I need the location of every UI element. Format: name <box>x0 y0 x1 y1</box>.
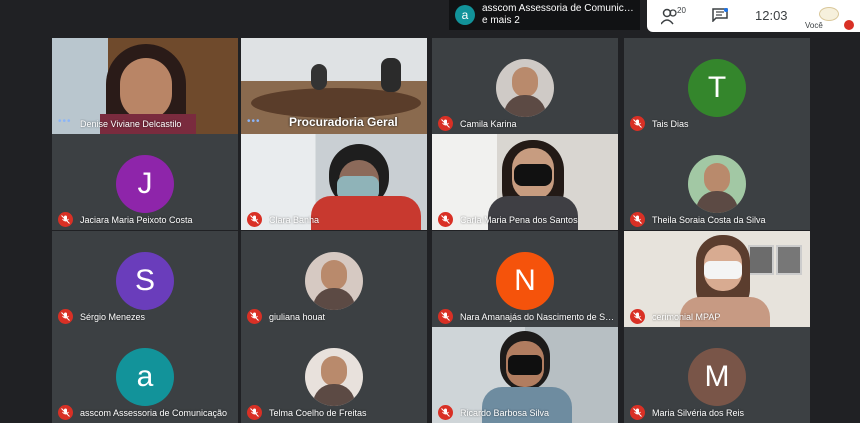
meeting-toolbar: 20 12:03 Você <box>647 0 860 32</box>
profile-photo <box>496 59 554 117</box>
participant-tile-carla-maria-pena-dos-santos[interactable]: Carla Maria Pena dos Santos <box>432 134 618 230</box>
self-mute-icon <box>844 20 854 30</box>
participant-name: Camila Karina <box>460 119 517 129</box>
mic-off-icon <box>438 212 453 227</box>
presenter-name: asscom Assessoria de Comunic… <box>482 3 634 14</box>
self-label: Você <box>805 21 823 30</box>
participant-tile-ricardo-barbosa-silva[interactable]: Ricardo Barbosa Silva <box>432 327 618 423</box>
participant-tile-asscom-assessoria-de-comunicacao[interactable]: a asscom Assessoria de Comunicação <box>52 327 238 423</box>
participant-name: Carla Maria Pena dos Santos <box>460 215 578 225</box>
participant-name: giuliana houat <box>269 312 326 322</box>
mic-off-icon <box>247 309 262 324</box>
speaking-indicator-icon: ••• <box>247 116 261 127</box>
room-caption: Procuradoria Geral <box>289 115 398 129</box>
clock: 12:03 <box>755 8 788 23</box>
participant-name: Telma Coelho de Freitas <box>269 408 367 418</box>
mic-off-icon <box>630 116 645 131</box>
mic-off-icon <box>438 309 453 324</box>
participant-name: Jaciara Maria Peixoto Costa <box>80 215 193 225</box>
participant-tile-cerimonial-mpap[interactable]: cerimonial MPAP <box>624 231 810 327</box>
participant-tile-denise-viviane-delcastilo[interactable]: ••• Denise Viviane Delcastilo <box>52 38 238 134</box>
presenter-avatar: a <box>455 5 475 25</box>
participant-name: Sérgio Menezes <box>80 312 146 322</box>
mic-off-icon <box>58 405 73 420</box>
presenting-participant[interactable]: a asscom Assessoria de Comunic… e mais 2 <box>449 0 640 30</box>
participant-tile-clara-banha[interactable]: Clara Banha <box>241 134 427 230</box>
participant-name: Denise Viviane Delcastilo <box>80 119 182 129</box>
mic-off-icon <box>58 212 73 227</box>
participant-tile-telma-coelho-de-freitas[interactable]: Telma Coelho de Freitas <box>241 327 427 423</box>
participant-avatar: a <box>116 348 174 406</box>
mic-off-icon <box>247 405 262 420</box>
participant-name: Ricardo Barbosa Silva <box>460 408 550 418</box>
mic-off-icon <box>58 309 73 324</box>
participant-tile-procuradoria-geral[interactable]: Procuradoria Geral ••• <box>241 38 427 134</box>
profile-photo <box>305 252 363 310</box>
participant-tile-maria-silveria-dos-reis[interactable]: M Maria Silvéria dos Reis <box>624 327 810 423</box>
participant-name: Theila Soraia Costa da Silva <box>652 215 766 225</box>
participant-name: Clara Banha <box>269 215 320 225</box>
participant-name: asscom Assessoria de Comunicação <box>80 408 228 418</box>
participant-tile-jaciara-maria-peixoto-costa[interactable]: J Jaciara Maria Peixoto Costa <box>52 134 238 230</box>
participant-avatar: M <box>688 348 746 406</box>
participant-avatar: J <box>116 155 174 213</box>
profile-photo <box>305 348 363 406</box>
participant-tile-giuliana-houat[interactable]: giuliana houat <box>241 231 427 327</box>
mic-off-icon <box>247 212 262 227</box>
participant-name: Tais Dias <box>652 119 689 129</box>
participant-count: 20 <box>677 6 686 15</box>
speaking-indicator-icon: ••• <box>58 116 72 127</box>
participant-avatar: T <box>688 59 746 117</box>
participant-tile-tais-dias[interactable]: T Tais Dias <box>624 38 810 134</box>
participant-name: Maria Silvéria dos Reis <box>652 408 745 418</box>
participant-tile-sergio-menezes[interactable]: S Sérgio Menezes <box>52 231 238 327</box>
participant-name: Nara Amanajás do Nascimento de S… <box>460 312 615 322</box>
self-view[interactable]: Você <box>802 2 856 30</box>
participant-tile-camila-karina[interactable]: Camila Karina <box>432 38 618 134</box>
participant-tile-theila-soraia-costa-da-silva[interactable]: Theila Soraia Costa da Silva <box>624 134 810 230</box>
mic-off-icon <box>630 405 645 420</box>
participant-tile-nara-amanajas-do-nascimento-de-s[interactable]: N Nara Amanajás do Nascimento de S… <box>432 231 618 327</box>
mic-off-icon <box>630 212 645 227</box>
participant-avatar: S <box>116 252 174 310</box>
presenter-extra: e mais 2 <box>482 15 520 26</box>
participant-avatar: N <box>496 252 554 310</box>
profile-photo <box>688 155 746 213</box>
self-logo <box>819 7 839 21</box>
chat-icon[interactable] <box>712 8 728 22</box>
mic-off-icon <box>438 116 453 131</box>
mic-off-icon <box>630 309 645 324</box>
participant-name: cerimonial MPAP <box>652 312 721 322</box>
mic-off-icon <box>438 405 453 420</box>
